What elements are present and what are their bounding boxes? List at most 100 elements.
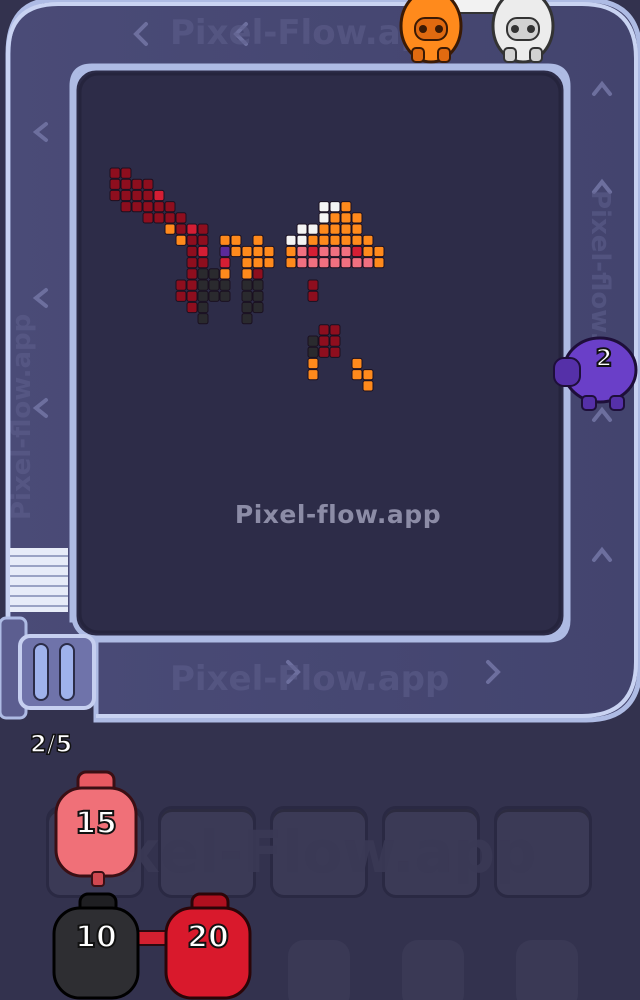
pixel-cell-black — [241, 279, 253, 291]
pixel-cell-darkred — [197, 234, 209, 246]
pixel-cell-darkred — [142, 201, 154, 213]
pixel-cell-darkred — [307, 279, 319, 291]
pixel-cell-darkred — [175, 290, 187, 302]
pixel-cell-darkred — [109, 167, 121, 179]
pixel-cell-red — [307, 245, 319, 258]
pixel-cell-darkred — [109, 189, 121, 202]
pig-pink-slot[interactable]: 15 — [52, 770, 140, 888]
pixel-cell-orange — [329, 234, 341, 246]
pixel-cell-orange — [351, 212, 363, 224]
pixel-cell-orange — [351, 357, 363, 370]
pixel-cell-black — [197, 268, 209, 280]
pixel-cell-pink — [329, 245, 341, 258]
pixel-cell-darkred — [120, 178, 132, 190]
pixel-cell-white — [296, 234, 308, 246]
pixel-cell-darkred — [186, 301, 198, 314]
pixel-cell-darkred — [153, 201, 165, 213]
pixel-cell-darkred — [186, 268, 198, 280]
pixel-cell-black — [241, 313, 253, 325]
pixel-cell-orange — [373, 245, 385, 258]
pixel-cell-white — [285, 234, 297, 246]
pixel-cell-orange — [362, 245, 374, 258]
pixel-cell-orange — [307, 234, 319, 246]
pig-purple-conveyor[interactable]: 2 — [552, 332, 638, 414]
queue-slot-empty — [288, 940, 350, 1000]
pixel-cell-darkred — [329, 335, 341, 347]
pixel-cell-darkred — [329, 346, 341, 358]
pig-count: 2 — [595, 343, 614, 373]
pixel-cell-darkred — [120, 201, 132, 213]
pixel-cell-orange — [362, 380, 374, 392]
pixel-cell-pink — [296, 257, 308, 269]
pixel-cell-orange — [329, 212, 341, 224]
pixel-cell-black — [197, 301, 209, 314]
pixel-cell-darkred — [142, 212, 154, 224]
pixel-cell-black — [197, 279, 209, 291]
pixel-cell-black — [252, 301, 264, 314]
pixel-cell-black — [219, 290, 231, 302]
pixel-cell-darkred — [120, 167, 132, 179]
pixel-cell-darkred — [109, 178, 121, 190]
pixel-cell-black — [208, 268, 220, 280]
pixel-cell-red — [186, 223, 198, 235]
pixel-cell-black — [197, 290, 209, 302]
pixel-cell-red — [351, 245, 363, 258]
pixel-cell-orange — [230, 234, 242, 246]
pixel-cell-black — [252, 290, 264, 302]
pixel-cell-darkred — [318, 335, 330, 347]
pixel-cell-darkred — [318, 346, 330, 358]
pixel-cell-orange — [263, 245, 275, 258]
pixel-cell-orange — [351, 223, 363, 235]
pixel-cell-darkred — [164, 201, 176, 213]
pig-white-top[interactable]: 6 — [490, 0, 556, 66]
pig-red-queue[interactable]: 20 — [162, 892, 254, 1000]
queue-slot-empty — [402, 940, 464, 1000]
pixel-cell-orange — [241, 257, 253, 269]
pig-icon — [399, 0, 463, 64]
pixel-cell-darkred — [186, 290, 198, 302]
pixel-cell-pink — [340, 257, 352, 269]
pixel-cell-pink — [318, 245, 330, 258]
pixel-cell-black — [208, 279, 220, 291]
board-watermark: Pixel-flow.app — [234, 500, 442, 529]
pig-orange-top[interactable]: 0 — [398, 0, 464, 66]
pixel-cell-darkred — [186, 245, 198, 258]
pixel-cell-orange — [219, 268, 231, 280]
pixel-cell-orange — [362, 234, 374, 246]
pixel-cell-orange — [241, 268, 253, 280]
pixel-cell-darkred — [131, 178, 143, 190]
pixel-cell-darkred — [153, 212, 165, 224]
pig-black-queue[interactable]: 10 — [50, 892, 142, 1000]
pixel-cell-orange — [362, 369, 374, 381]
pig-count: 15 — [74, 805, 118, 842]
pixel-cell-white — [318, 212, 330, 224]
pixel-cell-red — [197, 245, 209, 258]
pixel-cell-black — [252, 279, 264, 291]
pixel-cell-orange — [219, 234, 231, 246]
pixel-cell-darkred — [175, 212, 187, 224]
pixel-cell-white — [329, 201, 341, 213]
pixel-cell-white — [296, 223, 308, 235]
pixel-cell-darkred — [318, 324, 330, 336]
pixel-cell-orange — [230, 245, 242, 258]
pixel-cell-darkred — [131, 201, 143, 213]
pixel-cell-orange — [340, 201, 352, 213]
pixel-cell-orange — [318, 223, 330, 235]
pixel-cell-darkred — [120, 189, 132, 202]
pixel-cell-pink — [318, 257, 330, 269]
pixel-cell-black — [219, 279, 231, 291]
pixel-cell-darkred — [329, 324, 341, 336]
pixel-cell-black — [307, 346, 319, 358]
pixel-cell-white — [307, 223, 319, 235]
pixel-cell-pink — [307, 257, 319, 269]
pixel-cell-orange — [252, 234, 264, 246]
pixel-cell-orange — [252, 245, 264, 258]
pixel-cell-orange — [307, 357, 319, 370]
pixel-cell-orange — [307, 369, 319, 381]
pixel-cell-red — [153, 189, 165, 202]
pixel-cell-orange — [318, 234, 330, 246]
pixel-cell-darkred — [175, 223, 187, 235]
conveyor-watermark-left: Pixel-flow.app — [7, 314, 37, 520]
pixel-cell-orange — [340, 234, 352, 246]
pixel-cell-darkred — [197, 223, 209, 235]
